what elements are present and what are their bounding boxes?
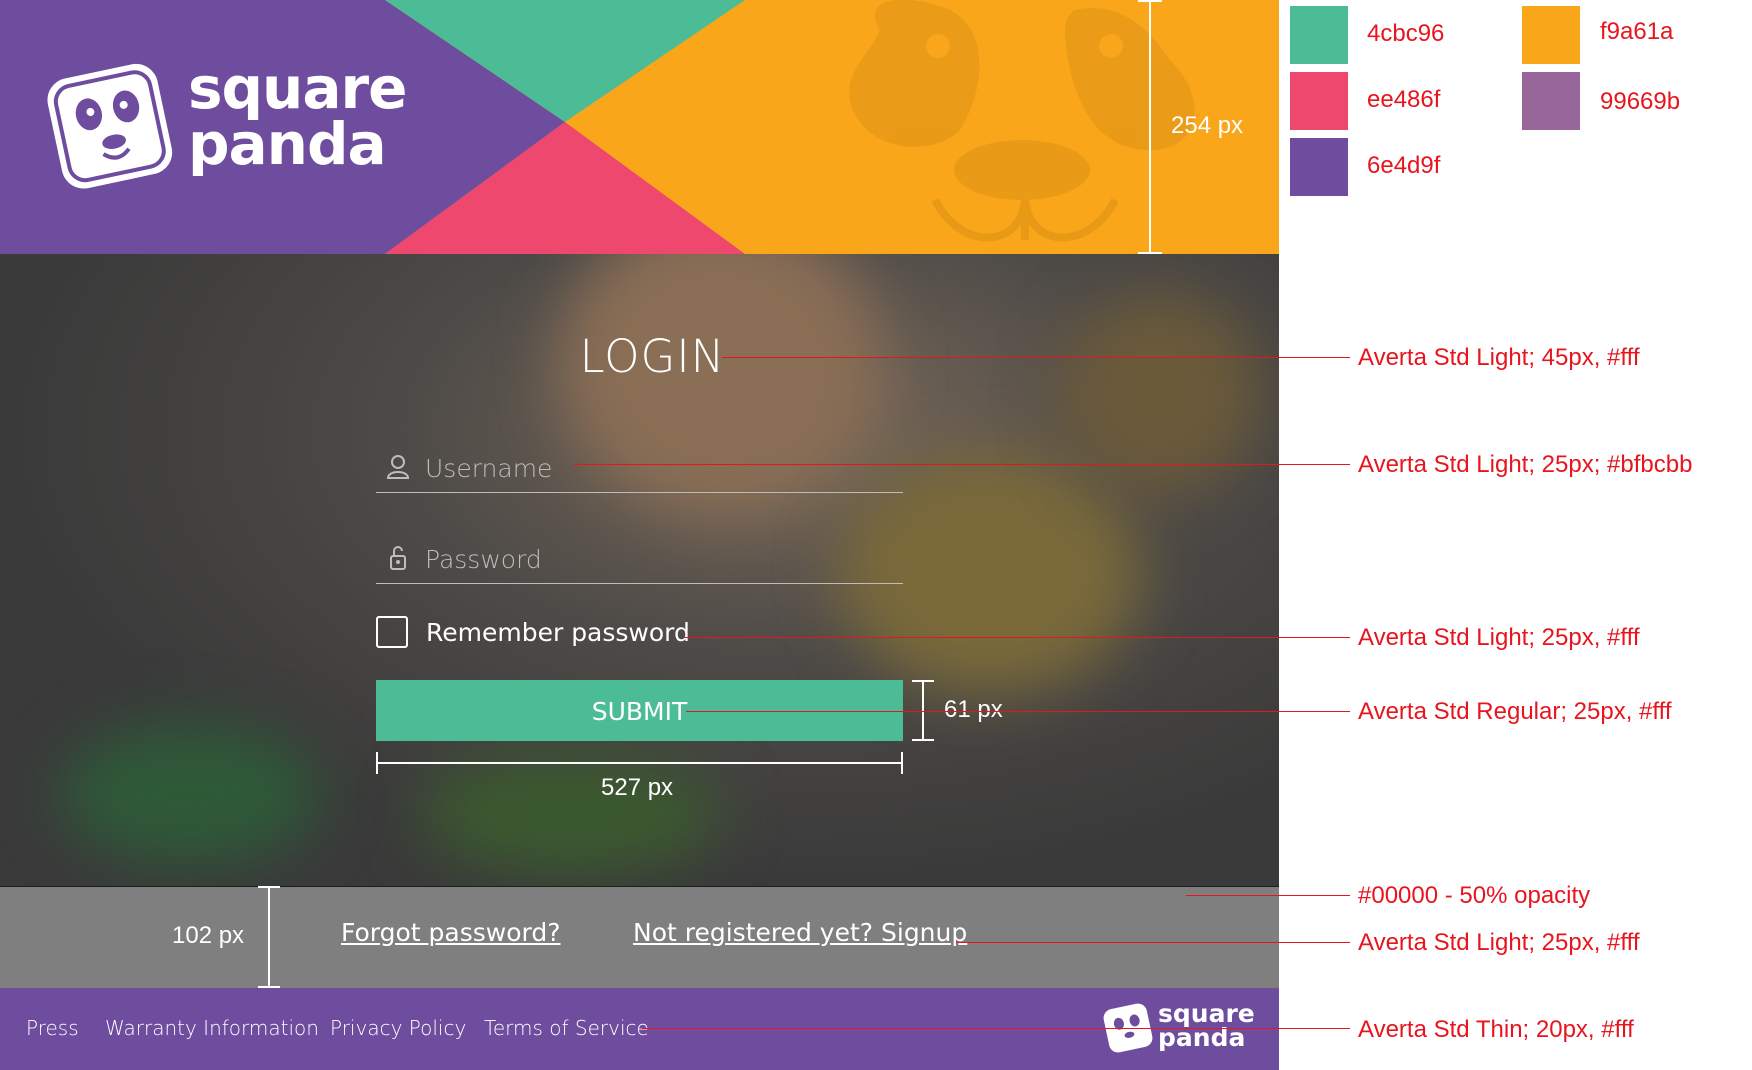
swatch-mauve (1522, 72, 1580, 130)
anno-title: Averta Std Light; 45px, #fff (1358, 344, 1640, 371)
bar-height-cap-bottom (258, 986, 280, 988)
anno-remember: Averta Std Light; 25px, #fff (1358, 624, 1640, 651)
anno-line-username (574, 464, 1350, 465)
remember-label: Remember password (426, 618, 690, 647)
lock-icon (390, 546, 406, 570)
button-height-label: 61 px (944, 696, 1003, 723)
bar-height-cap-top (258, 886, 280, 888)
anno-line-overlay (1186, 895, 1350, 896)
header-height-marker (1149, 0, 1151, 254)
username-placeholder: Username (425, 454, 553, 483)
swatch-purple (1290, 138, 1348, 196)
anno-footer-links: Averta Std Thin; 20px, #fff (1358, 1016, 1634, 1043)
swatch-green (1290, 6, 1348, 64)
footer-wordmark: square panda (1158, 1001, 1255, 1052)
swatch-green-label: 4cbc96 (1367, 20, 1445, 47)
header-height-label: 254 px (1171, 112, 1244, 139)
swatch-orange-label: f9a61a (1600, 18, 1674, 45)
button-width-cap-left (376, 752, 378, 774)
header-height-cap-bottom (1138, 252, 1162, 254)
anno-line-footer-links (642, 1028, 1350, 1029)
anno-line-remember (684, 637, 1350, 638)
swatch-purple-label: 6e4d9f (1367, 152, 1441, 179)
remember-checkbox[interactable] (376, 616, 408, 648)
anno-overlay: #00000 - 50% opacity (1358, 882, 1591, 909)
user-icon (386, 455, 410, 479)
footer-link-warranty[interactable]: Warranty Information (105, 1016, 319, 1040)
swatch-orange (1522, 6, 1580, 64)
button-width-cap-right (901, 752, 903, 774)
footer-link-terms[interactable]: Terms of Service (484, 1016, 649, 1040)
footer-link-privacy[interactable]: Privacy Policy (330, 1016, 466, 1040)
login-page-mockup: square panda LOGIN Username Password Rem… (0, 0, 1279, 1070)
swatch-mauve-label: 99669b (1600, 88, 1681, 115)
anno-line-title (722, 357, 1350, 358)
signup-link[interactable]: Not registered yet? Signup (633, 918, 967, 947)
anno-bottom-links: Averta Std Light; 25px, #fff (1358, 929, 1640, 956)
brand-wordmark: square panda (188, 54, 407, 178)
anno-line-bottom-links (956, 942, 1350, 943)
button-width-marker (376, 762, 903, 764)
brand-line-2: panda (188, 110, 387, 178)
button-width-label: 527 px (601, 774, 674, 801)
anno-submit: Averta Std Regular; 25px, #fff (1358, 698, 1672, 725)
username-field[interactable]: Username (376, 432, 903, 493)
forgot-password-link[interactable]: Forgot password? (341, 918, 561, 947)
swatch-pink-label: ee486f (1367, 86, 1441, 113)
password-field[interactable]: Password (376, 523, 903, 584)
swatch-pink (1290, 72, 1348, 130)
header-banner: square panda (0, 0, 1279, 254)
brand-line-1: square (188, 54, 407, 122)
panda-logo-icon (47, 63, 173, 189)
header-height-cap-top (1138, 0, 1162, 2)
button-height-cap-bottom (912, 739, 934, 741)
footer-link-press[interactable]: Press (26, 1016, 79, 1040)
bar-height-marker (268, 886, 270, 988)
anno-line-submit (686, 711, 1350, 712)
bar-height-label: 102 px (172, 922, 245, 949)
password-placeholder: Password (425, 545, 542, 574)
button-height-cap-top (912, 680, 934, 682)
anno-username: Averta Std Light; 25px; #bfbcbb (1358, 451, 1693, 478)
footer-brand-line-2: panda (1158, 1023, 1246, 1052)
